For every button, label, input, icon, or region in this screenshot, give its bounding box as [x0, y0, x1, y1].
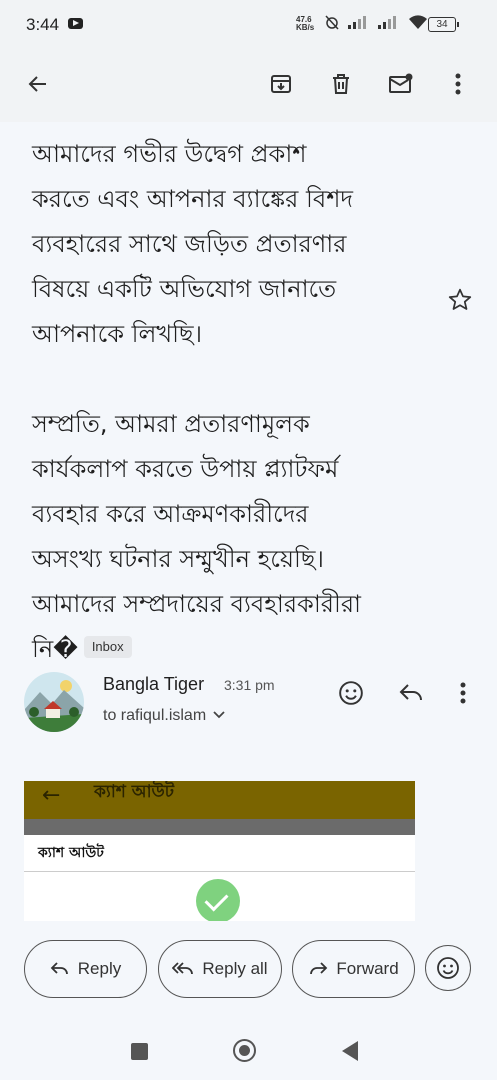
- battery-icon: 34: [428, 17, 459, 32]
- more-vert-icon[interactable]: [448, 678, 478, 708]
- emoji-reaction-button[interactable]: [425, 945, 471, 991]
- attachment-header-title: ক্যাশ আউট: [94, 782, 175, 802]
- attachment-row-label: ক্যাশ আউট: [38, 845, 104, 861]
- wifi-icon: [409, 15, 427, 29]
- attachment-band: [24, 819, 415, 835]
- email-content: আমাদের গভীর উদ্বেগ প্রকাশ করতে এবং আপনার…: [0, 122, 497, 930]
- nav-back-icon[interactable]: [342, 1041, 358, 1061]
- sender-row: Bangla Tiger 3:31 pm to rafiqul.islam: [0, 662, 497, 742]
- delete-icon[interactable]: [323, 66, 359, 102]
- status-bar: 3:44 47.6 KB/s 34: [0, 0, 497, 48]
- email-toolbar: [0, 48, 497, 122]
- avatar[interactable]: [24, 672, 84, 732]
- reply-label: Reply: [77, 959, 122, 978]
- recipient-line[interactable]: to rafiqul.islam: [103, 707, 226, 725]
- mark-unread-icon[interactable]: [383, 66, 419, 102]
- reply-all-icon: [172, 962, 194, 975]
- reply-actions: Reply Reply all Forward: [0, 930, 497, 1010]
- status-icons: [324, 14, 428, 30]
- signal-icon-2: [378, 16, 396, 29]
- more-vert-icon[interactable]: [440, 66, 476, 102]
- inbox-label-chip[interactable]: Inbox: [83, 636, 132, 658]
- home-icon[interactable]: [233, 1039, 256, 1062]
- email-body: আমাদের গভীর উদ্বেগ প্রকাশ করতে এবং আপনার…: [32, 132, 432, 672]
- check-circle-icon: [196, 879, 240, 921]
- archive-icon[interactable]: [263, 66, 299, 102]
- status-time: 3:44: [26, 15, 60, 34]
- network-speed: 47.6 KB/s: [296, 15, 315, 32]
- alarm-off-icon: [325, 15, 339, 30]
- reply-all-button[interactable]: Reply all: [158, 940, 282, 998]
- back-arrow-icon[interactable]: [20, 66, 56, 102]
- youtube-notification-icon: [68, 18, 83, 29]
- signal-icon: [348, 16, 366, 29]
- attachment-header: ← ক্যাশ আউট: [24, 781, 415, 819]
- reply-all-label: Reply all: [202, 959, 268, 978]
- forward-icon: [310, 962, 328, 975]
- back-arrow-icon: ←: [42, 783, 61, 808]
- add-reaction-icon[interactable]: [336, 678, 366, 708]
- system-nav-bar: [0, 1010, 497, 1080]
- attachment-row: ক্যাশ আউট: [24, 835, 415, 872]
- reply-icon: [50, 962, 68, 975]
- attachment-preview[interactable]: ← ক্যাশ আউট ক্যাশ আউট: [24, 781, 415, 921]
- reply-button[interactable]: Reply: [24, 940, 147, 998]
- star-icon[interactable]: [447, 287, 473, 317]
- forward-label: Forward: [336, 959, 399, 978]
- chevron-down-icon: [213, 711, 225, 719]
- reply-icon[interactable]: [396, 678, 426, 708]
- email-paragraph: আমাদের গভীর উদ্বেগ প্রকাশ করতে এবং আপনার…: [32, 140, 354, 348]
- email-paragraph: সম্প্রতি, আমরা প্রতারণামূলক কার্যকলাপ কর…: [32, 410, 362, 663]
- sender-name[interactable]: Bangla Tiger: [103, 674, 204, 695]
- sent-time: 3:31 pm: [224, 677, 275, 693]
- forward-button[interactable]: Forward: [292, 940, 415, 998]
- recents-icon[interactable]: [131, 1043, 148, 1060]
- add-reaction-icon: [437, 957, 459, 979]
